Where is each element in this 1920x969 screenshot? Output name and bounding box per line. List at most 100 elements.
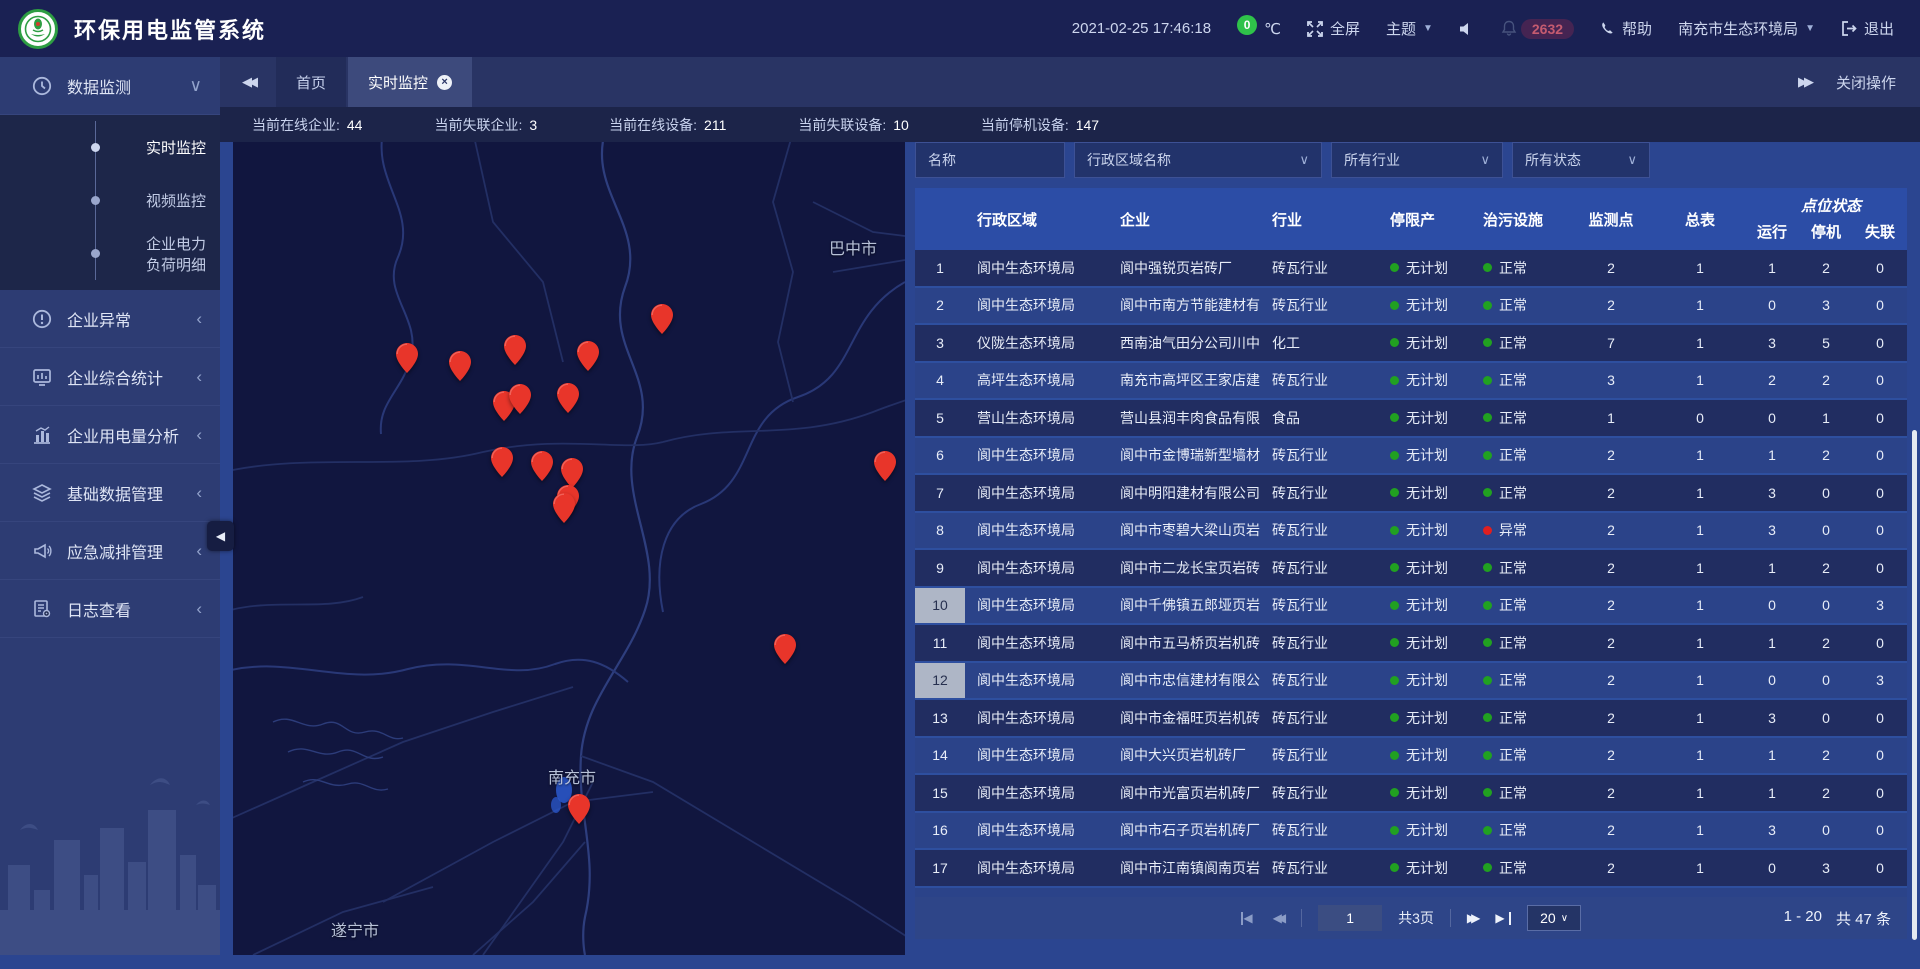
- row-industry: 砖瓦行业: [1262, 370, 1372, 390]
- name-filter-input[interactable]: [915, 142, 1065, 178]
- tab-label: 首页: [296, 72, 326, 93]
- help-button[interactable]: 帮助: [1600, 18, 1652, 39]
- status-dot-icon: [1483, 713, 1492, 722]
- row-region: 阆中生态环境局: [965, 595, 1110, 615]
- sidebar-group-3[interactable]: 企业综合统计‹: [0, 348, 220, 406]
- fullscreen-label: 全屏: [1330, 18, 1360, 39]
- table-row-3[interactable]: 3仪陇生态环境局西南油气田分公司川中化工无计划正常71350: [915, 325, 1907, 363]
- header-datetime: 2021-02-25 17:46:18: [1072, 20, 1211, 37]
- status-dot-icon: [1390, 488, 1399, 497]
- panel-collapse-button[interactable]: ◀: [207, 521, 234, 551]
- map-panel[interactable]: 巴中市南充市遂宁市: [233, 142, 905, 955]
- chevron-down-icon: ∨: [190, 76, 202, 96]
- row-facility-status: 正常: [1467, 295, 1567, 315]
- logout-button[interactable]: 退出: [1841, 18, 1894, 39]
- sidebar-group-7[interactable]: 日志查看‹: [0, 580, 220, 638]
- industry-filter-select[interactable]: 所有行业 ∨: [1331, 142, 1503, 178]
- row-facility-status: 正常: [1467, 783, 1567, 803]
- sidebar-group-6[interactable]: 应急减排管理‹: [0, 522, 220, 580]
- mute-button[interactable]: [1459, 22, 1475, 36]
- row-facility-status: 正常: [1467, 633, 1567, 653]
- stat-value: 10: [893, 117, 909, 133]
- row-facility-status: 正常: [1467, 333, 1567, 353]
- table-row-8[interactable]: 8阆中生态环境局阆中市枣碧大梁山页岩砖瓦行业无计划异常21300: [915, 513, 1907, 551]
- range-label: 1 - 20: [1784, 908, 1822, 929]
- notifications-button[interactable]: 2632: [1501, 19, 1574, 39]
- table-body: 1阆中生态环境局阆中强锐页岩砖厂砖瓦行业无计划正常211202阆中生态环境局阆中…: [915, 250, 1907, 897]
- map-marker-8[interactable]: [557, 383, 579, 413]
- row-industry: 食品: [1262, 408, 1372, 428]
- map-marker-11[interactable]: [531, 451, 553, 481]
- row-company: 阆中市光富页岩机砖厂: [1110, 783, 1262, 803]
- map-marker-3[interactable]: [449, 351, 471, 381]
- theme-dropdown[interactable]: 主题 ▼: [1386, 18, 1433, 39]
- status-dot-icon: [1483, 638, 1492, 647]
- table-row-9[interactable]: 9阆中生态环境局阆中市二龙长宝页岩砖砖瓦行业无计划正常21120: [915, 550, 1907, 588]
- sidebar-group-label: 企业综合统计: [67, 365, 163, 389]
- table-row-6[interactable]: 6阆中生态环境局阆中市金博瑞新型墙材砖瓦行业无计划正常21120: [915, 438, 1907, 476]
- map-marker-2[interactable]: [396, 343, 418, 373]
- fullscreen-button[interactable]: 全屏: [1307, 18, 1360, 39]
- fullscreen-icon: [1307, 21, 1323, 37]
- table-row-13[interactable]: 13阆中生态环境局阆中市金福旺页岩机砖砖瓦行业无计划正常21300: [915, 700, 1907, 738]
- row-company: 阆中市金福旺页岩机砖: [1110, 708, 1262, 728]
- table-row-18[interactable]: 18南部生态环境局南部县砌兴水泥有限公建材加工无计划正常60060: [915, 888, 1907, 898]
- table-row-7[interactable]: 7阆中生态环境局阆中明阳建材有限公司砖瓦行业无计划正常21300: [915, 475, 1907, 513]
- page-number-input[interactable]: 1: [1318, 905, 1382, 931]
- status-filter-select[interactable]: 所有状态 ∨: [1512, 142, 1650, 178]
- table-row-16[interactable]: 16阆中生态环境局阆中市石子页岩机砖厂砖瓦行业无计划正常21300: [915, 813, 1907, 851]
- last-page-button[interactable]: ▶: [1495, 911, 1511, 925]
- table-row-17[interactable]: 17阆中生态环境局阆中市江南镇阆南页岩砖瓦行业无计划正常21030: [915, 850, 1907, 888]
- sidebar-item-视频监控[interactable]: 视频监控: [96, 174, 220, 227]
- map-marker-14[interactable]: [553, 493, 575, 523]
- table-row-5[interactable]: 5营山生态环境局营山县润丰肉食品有限食品无计划正常10010: [915, 400, 1907, 438]
- sidebar-item-企业电力负荷明细[interactable]: 企业电力负荷明细: [96, 227, 220, 280]
- row-total-meter: 1: [1655, 372, 1745, 388]
- sidebar: 数据监测∨ 实时监控视频监控企业电力负荷明细企业异常‹企业综合统计‹企业用电量分析…: [0, 57, 220, 955]
- table-row-4[interactable]: 4高坪生态环境局南充市高坪区王家店建砖瓦行业无计划正常31220: [915, 363, 1907, 401]
- table-row-11[interactable]: 11阆中生态环境局阆中市五马桥页岩机砖砖瓦行业无计划正常21120: [915, 625, 1907, 663]
- map-marker-9[interactable]: [874, 451, 896, 481]
- row-index: 14: [915, 747, 965, 763]
- table-row-2[interactable]: 2阆中生态环境局阆中市南方节能建材有砖瓦行业无计划正常21030: [915, 288, 1907, 326]
- table-row-12[interactable]: 12阆中生态环境局阆中市忠信建材有限公砖瓦行业无计划正常21003: [915, 663, 1907, 701]
- tab-close-icon[interactable]: ×: [437, 75, 452, 90]
- tab-首页[interactable]: 首页: [276, 57, 346, 107]
- tabs-scroll-right-button[interactable]: ▶▶: [1798, 74, 1810, 90]
- row-industry: 砖瓦行业: [1262, 558, 1372, 578]
- prev-page-button[interactable]: ◀◀: [1273, 911, 1285, 925]
- map-marker-16[interactable]: [568, 794, 590, 824]
- table-row-10[interactable]: 10阆中生态环境局阆中千佛镇五郎垭页岩砖瓦行业无计划正常21003: [915, 588, 1907, 626]
- table-row-1[interactable]: 1阆中生态环境局阆中强锐页岩砖厂砖瓦行业无计划正常21120: [915, 250, 1907, 288]
- sidebar-item-实时监控[interactable]: 实时监控: [96, 121, 220, 174]
- table-row-15[interactable]: 15阆中生态环境局阆中市光富页岩机砖厂砖瓦行业无计划正常21120: [915, 775, 1907, 813]
- map-marker-4[interactable]: [504, 335, 526, 365]
- status-dot-icon: [1483, 413, 1492, 422]
- user-dropdown[interactable]: 南充市生态环境局 ▼: [1678, 18, 1815, 39]
- table-row-14[interactable]: 14阆中生态环境局阆中大兴页岩机砖厂砖瓦行业无计划正常21120: [915, 738, 1907, 776]
- row-disconnected: 0: [1853, 297, 1907, 313]
- page-size-select[interactable]: 20 ∨: [1527, 905, 1581, 931]
- map-marker-7[interactable]: [509, 384, 531, 414]
- page-scrollbar[interactable]: [1912, 430, 1917, 940]
- region-filter-select[interactable]: 行政区域名称 ∨: [1074, 142, 1322, 178]
- sidebar-group-4[interactable]: 企业用电量分析‹: [0, 406, 220, 464]
- row-facility-status: 正常: [1467, 708, 1567, 728]
- map-marker-1[interactable]: [651, 304, 673, 334]
- sidebar-group-5[interactable]: 基础数据管理‹: [0, 464, 220, 522]
- next-page-button[interactable]: ▶▶: [1467, 911, 1479, 925]
- row-industry: 砖瓦行业: [1262, 520, 1372, 540]
- map-marker-10[interactable]: [491, 447, 513, 477]
- sidebar-group-1[interactable]: 数据监测∨: [0, 57, 220, 115]
- sidebar-group-2[interactable]: 企业异常‹: [0, 290, 220, 348]
- tabs-scroll-left-button[interactable]: ◀◀: [220, 57, 276, 107]
- map-marker-15[interactable]: [774, 634, 796, 664]
- first-page-button[interactable]: ◀: [1241, 911, 1257, 925]
- map-marker-12[interactable]: [561, 458, 583, 488]
- row-monitor-points: 2: [1567, 860, 1655, 876]
- map-marker-5[interactable]: [577, 341, 599, 371]
- close-operations-button[interactable]: 关闭操作: [1836, 72, 1896, 93]
- tab-实时监控[interactable]: 实时监控×: [348, 57, 472, 107]
- row-running: 0: [1745, 672, 1799, 688]
- row-index: 6: [915, 447, 965, 463]
